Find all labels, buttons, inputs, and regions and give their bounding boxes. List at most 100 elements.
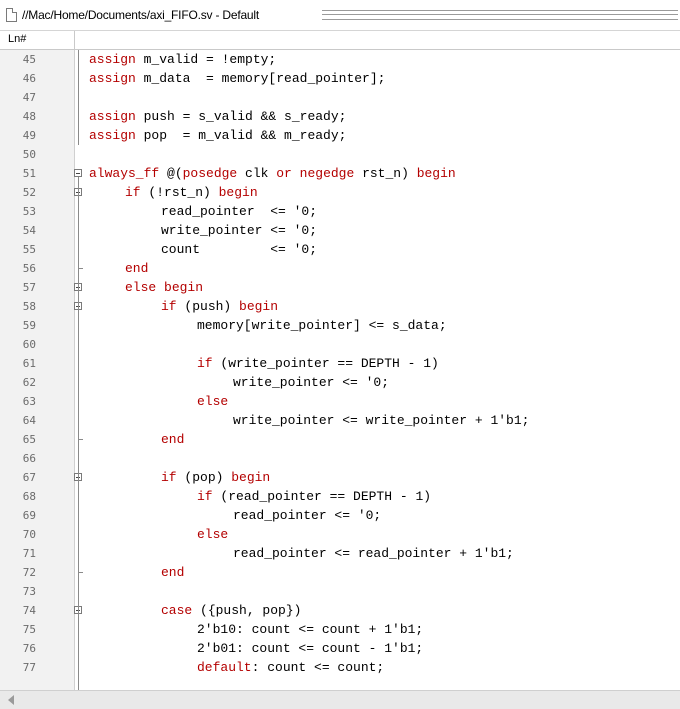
- fold-end-marker: [78, 572, 83, 573]
- code-line[interactable]: 71 read_pointer <= read_pointer + 1'b1;: [0, 544, 680, 563]
- code-token: (pop): [176, 470, 232, 485]
- code-line[interactable]: 77 default: count <= count;: [0, 658, 680, 677]
- code-line[interactable]: 72 end: [0, 563, 680, 582]
- line-number: 60: [22, 338, 36, 351]
- code-text: case ({push, pop}): [161, 601, 301, 620]
- keyword-token: if: [197, 356, 213, 371]
- code-line[interactable]: 75 2'b10: count <= count + 1'b1;: [0, 620, 680, 639]
- code-line[interactable]: 50: [0, 145, 680, 164]
- code-line[interactable]: 48 assign push = s_valid && s_ready;: [0, 107, 680, 126]
- keyword-token: end: [125, 261, 149, 276]
- keyword-token: assign: [89, 128, 136, 143]
- code-line[interactable]: 53 read_pointer <= '0;: [0, 202, 680, 221]
- code-line[interactable]: 55 count <= '0;: [0, 240, 680, 259]
- code-text: memory[write_pointer] <= s_data;: [197, 316, 447, 335]
- code-text: end: [161, 430, 184, 449]
- code-line[interactable]: 62 write_pointer <= '0;: [0, 373, 680, 392]
- keyword-token: assign: [89, 71, 136, 86]
- code-text: write_pointer <= write_pointer + 1'b1;: [233, 411, 529, 430]
- line-number: 47: [22, 91, 36, 104]
- code-line[interactable]: 57 else begin: [0, 278, 680, 297]
- keyword-token: end: [161, 432, 185, 447]
- column-header: Ln#: [0, 31, 680, 50]
- fold-guide: [78, 50, 79, 145]
- code-line[interactable]: 67 if (pop) begin: [0, 468, 680, 487]
- line-number: 73: [22, 585, 36, 598]
- code-line[interactable]: 74 case ({push, pop}): [0, 601, 680, 620]
- code-token: m_data = memory[read_pointer];: [135, 71, 386, 86]
- code-text: write_pointer <= '0;: [233, 373, 389, 392]
- keyword-token: begin: [239, 299, 279, 314]
- window-title: //Mac/Home/Documents/axi_FIFO.sv - Defau…: [22, 8, 260, 22]
- code-editor[interactable]: 45 assign m_valid = !empty; 46 assign m_dat…: [0, 50, 680, 690]
- code-line[interactable]: 68 if (read_pointer == DEPTH - 1): [0, 487, 680, 506]
- keyword-token: if: [161, 299, 177, 314]
- code-text: assign push = s_valid && s_ready;: [89, 107, 346, 126]
- line-number: 54: [22, 224, 36, 237]
- line-number: 45: [22, 53, 36, 66]
- line-number: 49: [22, 129, 36, 142]
- keyword-token: begin: [416, 166, 456, 181]
- line-number: 53: [22, 205, 36, 218]
- code-line[interactable]: 65 end: [0, 430, 680, 449]
- code-line[interactable]: 73: [0, 582, 680, 601]
- keyword-token: else: [125, 280, 157, 295]
- code-line[interactable]: 63 else: [0, 392, 680, 411]
- line-number: 67: [22, 471, 36, 484]
- keyword-token: if: [161, 470, 177, 485]
- code-text: default: count <= count;: [197, 658, 384, 677]
- code-line[interactable]: 46 assign m_data = memory[read_pointer];: [0, 69, 680, 88]
- code-line[interactable]: 60: [0, 335, 680, 354]
- line-number: 65: [22, 433, 36, 446]
- code-line[interactable]: 70 else: [0, 525, 680, 544]
- code-line[interactable]: 45 assign m_valid = !empty;: [0, 50, 680, 69]
- code-text: assign m_valid = !empty;: [89, 50, 276, 69]
- code-text: if (push) begin: [161, 297, 278, 316]
- keyword-token: if: [197, 489, 213, 504]
- code-text: assign m_data = memory[read_pointer];: [89, 69, 385, 88]
- keyword-token: assign: [89, 109, 136, 124]
- horizontal-scrollbar[interactable]: [0, 690, 680, 709]
- code-token: count <= '0;: [161, 242, 318, 257]
- line-number: 71: [22, 547, 36, 560]
- code-text: 2'b10: count <= count + 1'b1;: [197, 620, 423, 639]
- code-token: @(: [159, 166, 183, 181]
- code-token: m_valid = !empty;: [135, 52, 277, 67]
- code-text: read_pointer <= read_pointer + 1'b1;: [233, 544, 514, 563]
- code-token: ({push, pop}): [192, 603, 302, 618]
- keyword-token: else: [197, 527, 229, 542]
- code-text: else: [197, 392, 228, 411]
- code-token: (!rst_n): [140, 185, 219, 200]
- title-drag-grip[interactable]: [322, 10, 678, 20]
- code-line[interactable]: 59 memory[write_pointer] <= s_data;: [0, 316, 680, 335]
- line-number: 57: [22, 281, 36, 294]
- code-line[interactable]: 64 write_pointer <= write_pointer + 1'b1;: [0, 411, 680, 430]
- line-number: 55: [22, 243, 36, 256]
- fold-end-marker: [78, 439, 83, 440]
- code-line[interactable]: 47: [0, 88, 680, 107]
- line-number: 76: [22, 642, 36, 655]
- code-line[interactable]: 76 2'b01: count <= count - 1'b1;: [0, 639, 680, 658]
- title-bar[interactable]: //Mac/Home/Documents/axi_FIFO.sv - Defau…: [0, 0, 680, 31]
- code-token: memory[write_pointer] <= s_data;: [197, 318, 447, 333]
- editor-window: //Mac/Home/Documents/axi_FIFO.sv - Defau…: [0, 0, 680, 709]
- code-line[interactable]: 69 read_pointer <= '0;: [0, 506, 680, 525]
- keyword-token: negedge: [299, 166, 355, 181]
- code-line[interactable]: 61 if (write_pointer == DEPTH - 1): [0, 354, 680, 373]
- code-line[interactable]: 49 assign pop = m_valid && m_ready;: [0, 126, 680, 145]
- line-number: 50: [22, 148, 36, 161]
- keyword-token: begin: [164, 280, 204, 295]
- code-line[interactable]: 58 if (push) begin: [0, 297, 680, 316]
- code-token: (read_pointer == DEPTH - 1): [212, 489, 432, 504]
- fold-toggle-icon[interactable]: [74, 169, 82, 177]
- code-text: always_ff @(posedge clk or negedge rst_n…: [89, 164, 456, 183]
- code-line[interactable]: 52 if (!rst_n) begin: [0, 183, 680, 202]
- code-line[interactable]: 51 always_ff @(posedge clk or negedge rst…: [0, 164, 680, 183]
- code-line[interactable]: 54 write_pointer <= '0;: [0, 221, 680, 240]
- code-line[interactable]: 66: [0, 449, 680, 468]
- code-token: read_pointer <= '0;: [233, 508, 382, 523]
- code-line[interactable]: 56 end: [0, 259, 680, 278]
- code-token: read_pointer <= read_pointer + 1'b1;: [233, 546, 514, 561]
- scroll-left-arrow-icon[interactable]: [8, 695, 14, 705]
